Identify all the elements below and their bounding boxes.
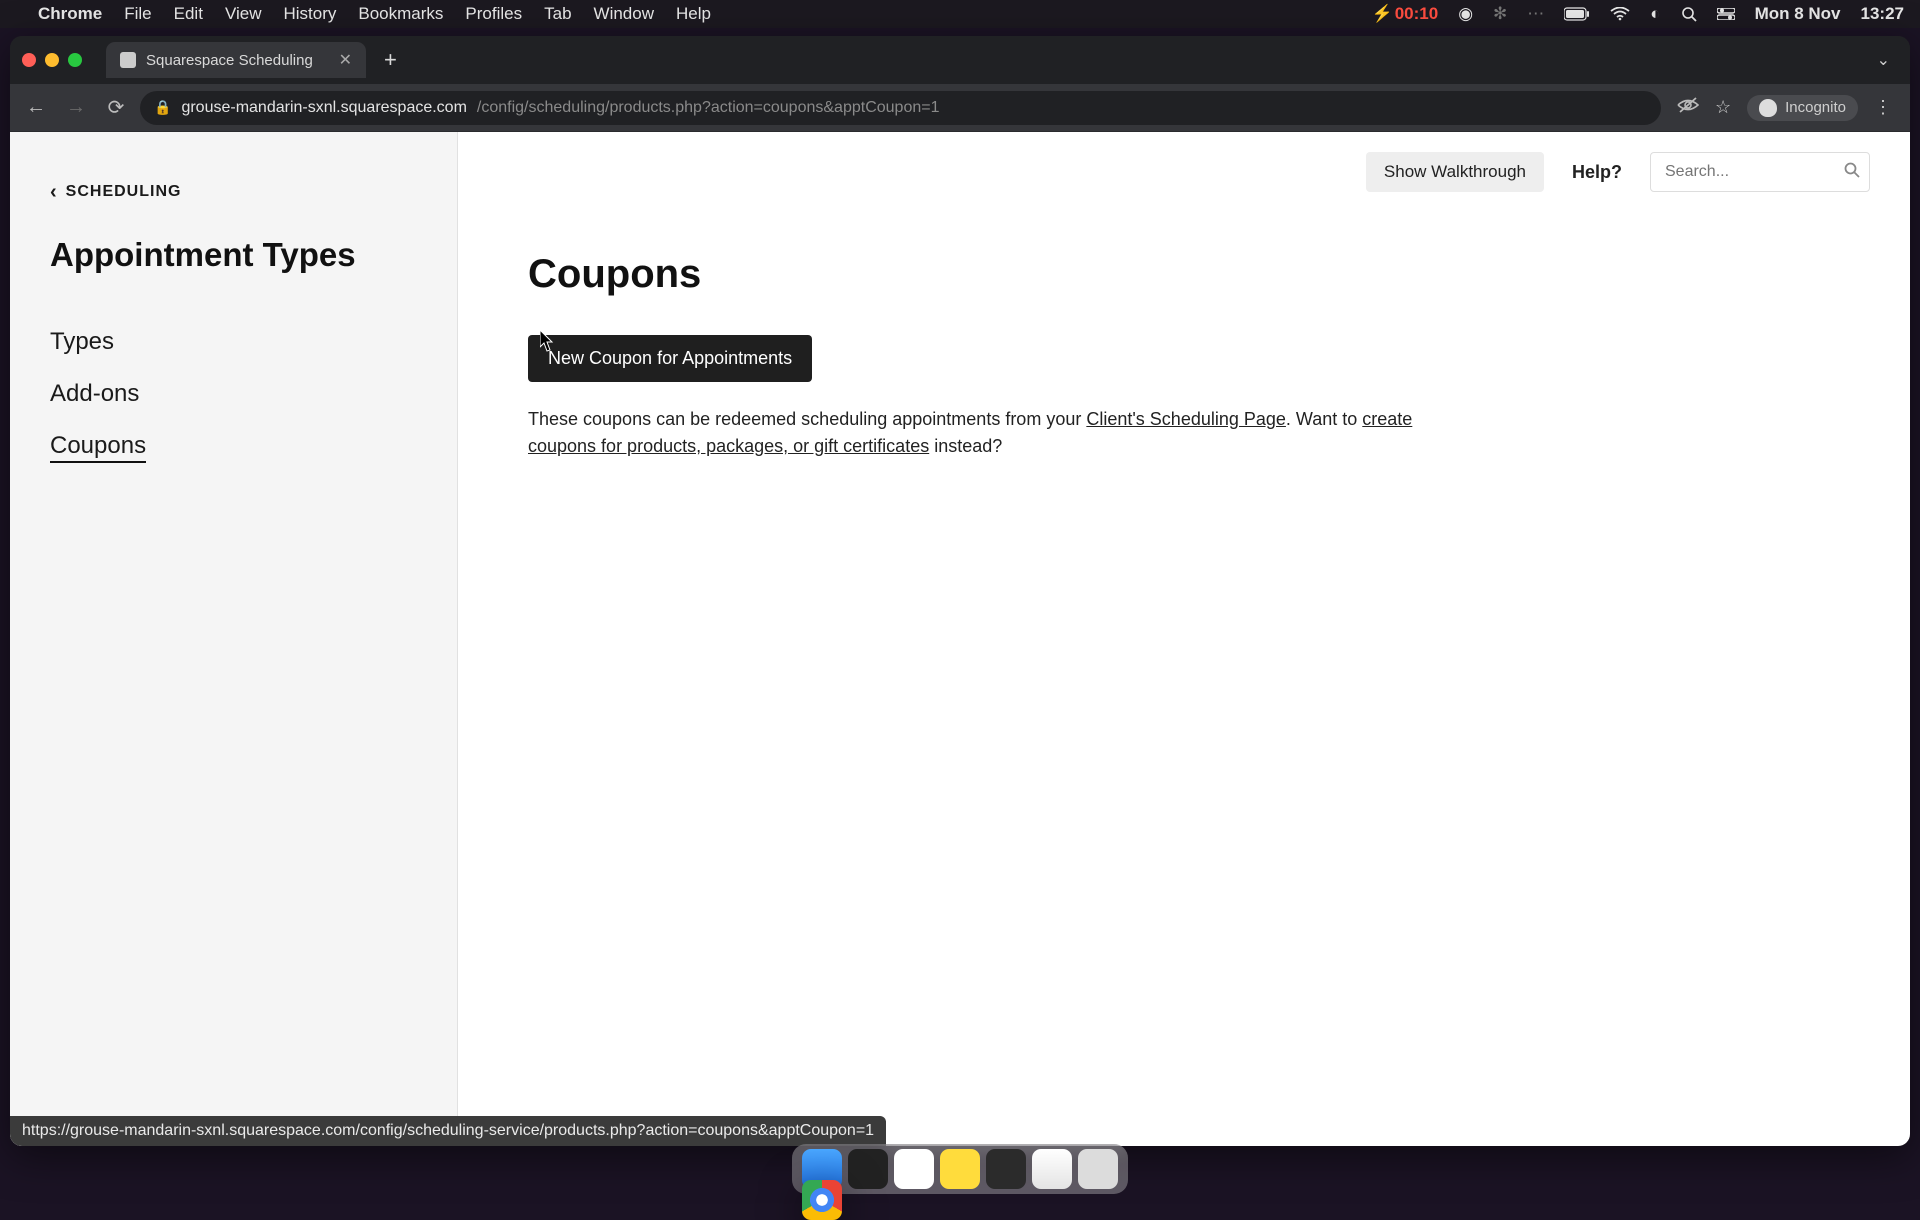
copy-text: . Want to xyxy=(1286,409,1362,429)
close-tab-icon[interactable]: ✕ xyxy=(339,50,352,70)
sidebar-item-label: Coupons xyxy=(50,432,146,463)
dock-app3-icon[interactable] xyxy=(1032,1149,1072,1189)
dock-terminal-icon[interactable] xyxy=(848,1149,888,1189)
battery-time: 00:10 xyxy=(1395,4,1438,24)
close-window-button[interactable] xyxy=(22,53,36,67)
incognito-badge[interactable]: Incognito xyxy=(1747,95,1858,121)
menu-history[interactable]: History xyxy=(283,4,336,24)
show-walkthrough-button[interactable]: Show Walkthrough xyxy=(1366,152,1544,192)
minimize-window-button[interactable] xyxy=(45,53,59,67)
window-controls xyxy=(22,53,82,67)
sidebar-item-addons[interactable]: Add-ons xyxy=(50,368,417,420)
focus-icon[interactable]: ◐ xyxy=(1650,4,1660,24)
browser-tab[interactable]: Squarespace Scheduling ✕ xyxy=(106,42,366,78)
sidebar-heading: Appointment Types xyxy=(50,236,417,274)
lock-icon[interactable]: 🔒 xyxy=(154,99,171,116)
chrome-toolbar: ← → ⟳ 🔒 grouse-mandarin-sxnl.squarespace… xyxy=(10,84,1910,132)
sidebar-item-label: Types xyxy=(50,328,114,355)
page-title: Coupons xyxy=(528,252,1860,297)
help-link[interactable]: Help? xyxy=(1572,162,1622,183)
forward-button[interactable]: → xyxy=(60,92,92,124)
back-to-scheduling[interactable]: ‹ SCHEDULING xyxy=(50,182,417,202)
sidebar: ‹ SCHEDULING Appointment Types Types Add… xyxy=(10,132,458,1146)
zoom-window-button[interactable] xyxy=(68,53,82,67)
new-tab-button[interactable]: + xyxy=(376,47,405,73)
macos-menubar: Chrome File Edit View History Bookmarks … xyxy=(0,0,1920,28)
wifi-icon[interactable] xyxy=(1610,7,1630,21)
dock-chrome-icon[interactable] xyxy=(802,1180,842,1220)
bookmark-star-icon[interactable]: ☆ xyxy=(1715,97,1731,118)
incognito-label: Incognito xyxy=(1785,99,1846,116)
menubar-app-name[interactable]: Chrome xyxy=(38,4,102,24)
sidebar-item-label: Add-ons xyxy=(50,380,139,407)
address-bar[interactable]: 🔒 grouse-mandarin-sxnl.squarespace.com/c… xyxy=(140,91,1661,125)
chevron-left-icon: ‹ xyxy=(50,182,58,202)
battery-status-icon[interactable]: ⚡00:10 xyxy=(1372,4,1439,24)
client-scheduling-page-link[interactable]: Client's Scheduling Page xyxy=(1086,409,1286,429)
search-icon[interactable] xyxy=(1844,162,1860,183)
reload-button[interactable]: ⟳ xyxy=(100,92,132,124)
dock-notes-icon[interactable] xyxy=(894,1149,934,1189)
copy-text: instead? xyxy=(929,436,1002,456)
menu-window[interactable]: Window xyxy=(594,4,654,24)
dock-app2-icon[interactable] xyxy=(986,1149,1026,1189)
tab-title: Squarespace Scheduling xyxy=(146,52,313,69)
eye-blocked-icon[interactable] xyxy=(1677,96,1699,119)
menu-tab[interactable]: Tab xyxy=(544,4,571,24)
menubar-date[interactable]: Mon 8 Nov xyxy=(1755,4,1841,24)
menubar-time[interactable]: 13:27 xyxy=(1861,4,1904,24)
url-host: grouse-mandarin-sxnl.squarespace.com xyxy=(181,99,466,117)
menu-extra2-icon[interactable]: ⋯ xyxy=(1527,4,1544,24)
sidebar-item-types[interactable]: Types xyxy=(50,316,417,368)
new-coupon-button[interactable]: New Coupon for Appointments xyxy=(528,335,812,382)
url-path: /config/scheduling/products.php?action=c… xyxy=(477,99,940,117)
tabs-dropdown-icon[interactable]: ⌄ xyxy=(1877,50,1898,70)
chrome-tabstrip: Squarespace Scheduling ✕ + ⌄ xyxy=(10,36,1910,84)
menu-view[interactable]: View xyxy=(225,4,262,24)
status-bar: https://grouse-mandarin-sxnl.squarespace… xyxy=(10,1116,886,1146)
spotlight-icon[interactable] xyxy=(1681,6,1697,22)
macos-dock xyxy=(792,1144,1128,1194)
menu-profiles[interactable]: Profiles xyxy=(465,4,522,24)
menu-help[interactable]: Help xyxy=(676,4,711,24)
toggl-icon[interactable]: ◉ xyxy=(1458,4,1473,24)
control-center-icon[interactable] xyxy=(1717,8,1735,20)
copy-text: These coupons can be redeemed scheduling… xyxy=(528,409,1086,429)
dock-trash-icon[interactable] xyxy=(1078,1149,1118,1189)
tab-favicon-icon xyxy=(120,52,136,68)
coupons-description: These coupons can be redeemed scheduling… xyxy=(528,406,1428,460)
chrome-window: Squarespace Scheduling ✕ + ⌄ ← → ⟳ 🔒 gro… xyxy=(10,36,1910,1146)
page-content: ‹ SCHEDULING Appointment Types Types Add… xyxy=(10,132,1910,1146)
menu-extra-icon[interactable]: ✻ xyxy=(1493,4,1507,24)
search-input[interactable] xyxy=(1650,152,1870,192)
back-label: SCHEDULING xyxy=(66,183,182,201)
back-button[interactable]: ← xyxy=(20,92,52,124)
battery-icon[interactable] xyxy=(1564,7,1590,21)
chrome-menu-icon[interactable]: ⋮ xyxy=(1874,97,1892,118)
dock-app-icon[interactable] xyxy=(940,1149,980,1189)
menu-edit[interactable]: Edit xyxy=(174,4,203,24)
menu-bookmarks[interactable]: Bookmarks xyxy=(358,4,443,24)
menu-file[interactable]: File xyxy=(124,4,151,24)
incognito-icon xyxy=(1759,99,1777,117)
sidebar-item-coupons[interactable]: Coupons xyxy=(50,420,417,472)
main-panel: Show Walkthrough Help? Coupons New Coupo… xyxy=(458,132,1910,1146)
page-topbar: Show Walkthrough Help? xyxy=(1366,152,1870,192)
